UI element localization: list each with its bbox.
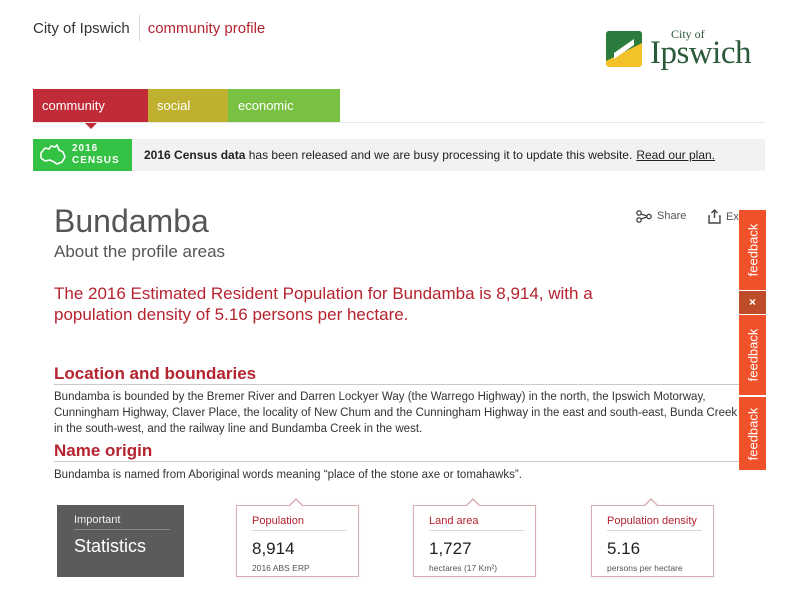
location-description: Bundamba is bounded by the Bremer River … xyxy=(54,391,738,435)
banner-message-text: has been released and we are busy proces… xyxy=(248,148,633,162)
feedback-label: feedback xyxy=(745,223,760,277)
statistics-label: Statistics xyxy=(74,536,147,556)
logo-mark-icon xyxy=(606,31,642,67)
section-divider xyxy=(54,461,765,462)
census-badge-text: CENSUS xyxy=(72,155,120,166)
section-heading-location: Location and boundaries xyxy=(54,364,257,383)
feedback-tab[interactable]: feedback xyxy=(739,397,766,470)
name-origin-description: Bundamba is named from Aboriginal words … xyxy=(54,469,522,481)
feedback-tab[interactable]: feedback xyxy=(739,210,766,290)
stat-divider xyxy=(607,530,702,531)
australia-map-icon xyxy=(40,144,66,165)
stat-source: 2016 ABS ERP xyxy=(252,563,310,573)
stat-value: 5.16 xyxy=(607,539,641,558)
export-label: Ex xyxy=(726,210,739,223)
section-heading-name-origin: Name origin xyxy=(54,441,153,460)
stat-value: 1,727 xyxy=(429,539,472,558)
stat-divider xyxy=(429,530,524,531)
tab-economic-profile[interactable]: economic profile xyxy=(228,89,340,146)
stat-card-population[interactable]: Population 8,914 2016 ABS ERP xyxy=(236,498,359,577)
export-icon xyxy=(708,209,721,224)
feedback-close-button[interactable]: × xyxy=(739,291,766,314)
site-name-link[interactable]: City of Ipswich xyxy=(33,20,130,37)
share-label: Share xyxy=(657,210,687,222)
stat-label: Population density xyxy=(607,515,697,527)
city-of-ipswich-logo[interactable]: City of Ipswich xyxy=(606,27,766,75)
feedback-label: feedback xyxy=(745,328,760,382)
stat-label: Population xyxy=(252,515,304,527)
stat-divider xyxy=(252,530,347,531)
important-statistics-panel: Important Statistics xyxy=(57,505,184,577)
feedback-tab[interactable]: feedback xyxy=(739,315,766,395)
banner-bold-text: 2016 Census data xyxy=(144,148,246,162)
census-badge: 2016 CENSUS xyxy=(33,139,132,171)
page-title: Bundamba xyxy=(54,203,209,239)
share-icon xyxy=(636,210,652,223)
page-subtitle: About the profile areas xyxy=(54,242,226,261)
feedback-label: feedback xyxy=(745,407,760,460)
stat-card-land-area[interactable]: Land area 1,727 hectares (17 Km²) xyxy=(413,498,536,577)
tab-community-profile[interactable]: community profile xyxy=(33,89,148,146)
tab-social-atlas[interactable]: social atlas xyxy=(148,89,228,146)
read-our-plan-link[interactable]: Read our plan. xyxy=(636,148,715,162)
important-divider xyxy=(74,529,170,530)
stat-source: persons per hectare xyxy=(607,563,683,573)
share-button[interactable]: Share xyxy=(636,209,686,223)
profile-tabs: community profile social atlas economic … xyxy=(33,89,340,146)
stat-source: hectares (17 Km²) xyxy=(429,563,498,573)
header-divider xyxy=(138,15,140,41)
site-header: City of Ipswich community profile xyxy=(33,15,266,41)
stat-value: 8,914 xyxy=(252,539,295,558)
logo-name-text: Ipswich xyxy=(650,35,751,71)
stat-card-population-density[interactable]: Population density 5.16 persons per hect… xyxy=(591,498,714,577)
section-divider xyxy=(54,384,765,385)
export-button[interactable]: Ex xyxy=(708,209,739,224)
census-badge-year: 2016 xyxy=(72,143,99,154)
banner-message: 2016 Census data has been released and w… xyxy=(144,148,632,162)
population-summary: The 2016 Estimated Resident Population f… xyxy=(54,284,593,324)
tabs-divider xyxy=(33,122,765,123)
census-banner: 2016 CENSUS 2016 Census data has been re… xyxy=(33,139,765,171)
important-label: Important xyxy=(74,514,121,526)
stat-label: Land area xyxy=(429,515,479,527)
profile-name-link[interactable]: community profile xyxy=(148,20,266,37)
